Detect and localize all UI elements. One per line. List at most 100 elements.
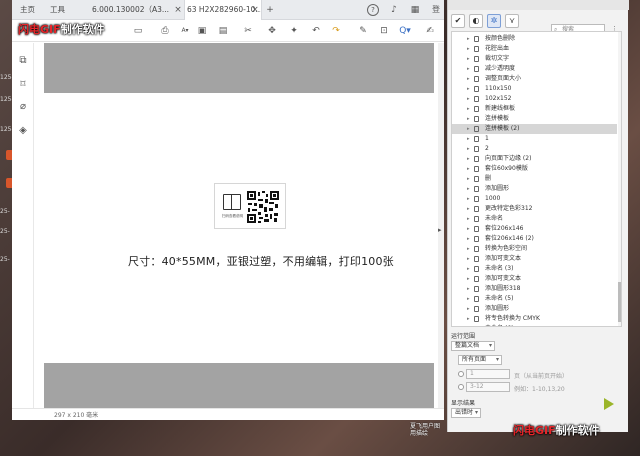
- list-item[interactable]: ▸ 套位60x90模版: [452, 164, 617, 174]
- expand-arrow-icon[interactable]: ▸: [467, 254, 470, 264]
- pages-select[interactable]: 所有页面: [458, 355, 502, 365]
- action-list[interactable]: ▸ 按颜色删除 ▸ 花腔出血 ▸ 裁切文字 ▸ 减少透明度 ▸ 调整页面大小 ▸ 110x150 ▸ 10…: [451, 31, 622, 327]
- print-icon[interactable]: ⎙: [159, 25, 171, 37]
- zoom-icon[interactable]: A▾: [176, 25, 194, 37]
- list-item[interactable]: ▸ 裁切文字: [452, 54, 617, 64]
- filter-icon[interactable]: ⋎: [505, 14, 519, 28]
- expand-arrow-icon[interactable]: ▸: [467, 54, 470, 64]
- add-tab-icon[interactable]: +: [264, 4, 276, 16]
- collapse-right-arrow[interactable]: ▸: [438, 226, 442, 234]
- scope-select[interactable]: 整篇文档: [451, 341, 495, 351]
- list-item[interactable]: ▸ 调整页面大小: [452, 74, 617, 84]
- pages-icon[interactable]: ⧉: [17, 55, 29, 67]
- expand-arrow-icon[interactable]: ▸: [467, 84, 470, 94]
- list-item[interactable]: ▸ 110x150: [452, 84, 617, 94]
- custom-range-field[interactable]: 3-12: [466, 382, 510, 392]
- save-icon[interactable]: ▭: [132, 25, 144, 37]
- list-item[interactable]: ▸ 未命名 (6): [452, 324, 617, 326]
- list-item[interactable]: ▸ 花腔出血: [452, 44, 617, 54]
- circle-icon[interactable]: ◐: [469, 14, 483, 28]
- expand-arrow-icon[interactable]: ▸: [467, 314, 470, 324]
- list-item[interactable]: ▸ 套位206x146 (2): [452, 234, 617, 244]
- check-icon[interactable]: ✔: [451, 14, 465, 28]
- page-range-field[interactable]: 1: [466, 369, 510, 379]
- bell-icon[interactable]: ♪: [388, 4, 400, 16]
- expand-arrow-icon[interactable]: ▸: [467, 154, 470, 164]
- list-item[interactable]: ▸ 1: [452, 134, 617, 144]
- comment-icon[interactable]: ✎: [357, 25, 369, 37]
- bookmark-icon[interactable]: ⌑: [17, 79, 29, 91]
- expand-arrow-icon[interactable]: ▸: [467, 194, 470, 204]
- help-icon[interactable]: ?: [367, 4, 379, 16]
- list-item[interactable]: ▸ 2: [452, 144, 617, 154]
- expand-arrow-icon[interactable]: ▸: [467, 44, 470, 54]
- fit-icon[interactable]: ⊡: [378, 25, 390, 37]
- list-item[interactable]: ▸ 添加圆形318: [452, 284, 617, 294]
- list-item[interactable]: ▸ 1000: [452, 194, 617, 204]
- expand-arrow-icon[interactable]: ▸: [467, 274, 470, 284]
- list-item[interactable]: ▸ 套位206x146: [452, 224, 617, 234]
- undo-icon[interactable]: ↶: [310, 25, 322, 37]
- range-radio[interactable]: [458, 371, 464, 377]
- expand-arrow-icon[interactable]: ▸: [467, 214, 470, 224]
- expand-arrow-icon[interactable]: ▸: [467, 264, 470, 274]
- list-item[interactable]: ▸ 添加圆形: [452, 184, 617, 194]
- expand-arrow-icon[interactable]: ▸: [467, 64, 470, 74]
- list-item[interactable]: ▸ 添加可变文本: [452, 254, 617, 264]
- expand-arrow-icon[interactable]: ▸: [467, 34, 470, 44]
- tab-tools[interactable]: 工具: [50, 0, 80, 20]
- document-icon[interactable]: ▤: [217, 25, 229, 37]
- list-item[interactable]: ▸ 更改特定色彩312: [452, 204, 617, 214]
- expand-arrow-icon[interactable]: ▸: [467, 144, 470, 154]
- redo-icon[interactable]: ↷: [330, 25, 342, 37]
- list-item[interactable]: ▸ 按颜色删除: [452, 34, 617, 44]
- expand-arrow-icon[interactable]: ▸: [467, 74, 470, 84]
- close-icon[interactable]: ×: [249, 4, 261, 16]
- close-icon[interactable]: ×: [172, 4, 184, 16]
- tab-document-1[interactable]: 6.000.130002（A3...: [92, 0, 174, 20]
- list-scroll-thumb[interactable]: [618, 282, 621, 322]
- expand-arrow-icon[interactable]: ▸: [467, 114, 470, 124]
- edit-icon[interactable]: Q▾: [396, 25, 414, 37]
- expand-arrow-icon[interactable]: ▸: [467, 174, 470, 184]
- expand-arrow-icon[interactable]: ▸: [467, 304, 470, 314]
- list-item[interactable]: ▸ 减少透明度: [452, 64, 617, 74]
- expand-arrow-icon[interactable]: ▸: [467, 324, 470, 326]
- select-icon[interactable]: ✥: [266, 25, 278, 37]
- list-item[interactable]: ▸ 新建线框板: [452, 104, 617, 114]
- tab-home[interactable]: 主页: [20, 0, 48, 20]
- user-login[interactable]: 登: [430, 4, 442, 16]
- list-item[interactable]: ▸ 连拼模板: [452, 114, 617, 124]
- expand-arrow-icon[interactable]: ▸: [467, 224, 470, 234]
- expand-arrow-icon[interactable]: ▸: [467, 124, 470, 134]
- expand-arrow-icon[interactable]: ▸: [467, 134, 470, 144]
- desktop-shortcut-label[interactable]: 夏飞用户图 用描绘: [410, 423, 440, 437]
- expand-arrow-icon[interactable]: ▸: [467, 164, 470, 174]
- expand-arrow-icon[interactable]: ▸: [467, 294, 470, 304]
- sign-icon[interactable]: ✍: [424, 25, 436, 37]
- page-icon[interactable]: ▣: [196, 25, 208, 37]
- list-item[interactable]: ▸ 添加圆形: [452, 304, 617, 314]
- expand-arrow-icon[interactable]: ▸: [467, 234, 470, 244]
- expand-arrow-icon[interactable]: ▸: [467, 104, 470, 114]
- layers-icon[interactable]: ◈: [17, 125, 29, 137]
- expand-arrow-icon[interactable]: ▸: [467, 184, 470, 194]
- list-item[interactable]: ▸ 删: [452, 174, 617, 184]
- grid-icon[interactable]: ▦: [409, 4, 421, 16]
- run-play-icon[interactable]: [604, 398, 614, 410]
- crop-icon[interactable]: ✂: [242, 25, 254, 37]
- expand-arrow-icon[interactable]: ▸: [467, 284, 470, 294]
- list-item[interactable]: ▸ 添加可变文本: [452, 274, 617, 284]
- list-item[interactable]: ▸ 将专色转换为 CMYK: [452, 314, 617, 324]
- stamp-icon[interactable]: ✦: [288, 25, 300, 37]
- expand-arrow-icon[interactable]: ▸: [467, 244, 470, 254]
- list-item[interactable]: ▸ 102x152: [452, 94, 617, 104]
- attachment-icon[interactable]: ⌀: [17, 101, 29, 113]
- settings-icon[interactable]: ✲: [487, 14, 501, 28]
- expand-arrow-icon[interactable]: ▸: [467, 94, 470, 104]
- list-item[interactable]: ▸ 未命名: [452, 214, 617, 224]
- custom-range-radio[interactable]: [458, 384, 464, 390]
- list-item[interactable]: ▸ 向页面下边缘 (2): [452, 154, 617, 164]
- list-item[interactable]: ▸ 转换为色彩空间: [452, 244, 617, 254]
- list-item[interactable]: ▸ 未命名 (3): [452, 264, 617, 274]
